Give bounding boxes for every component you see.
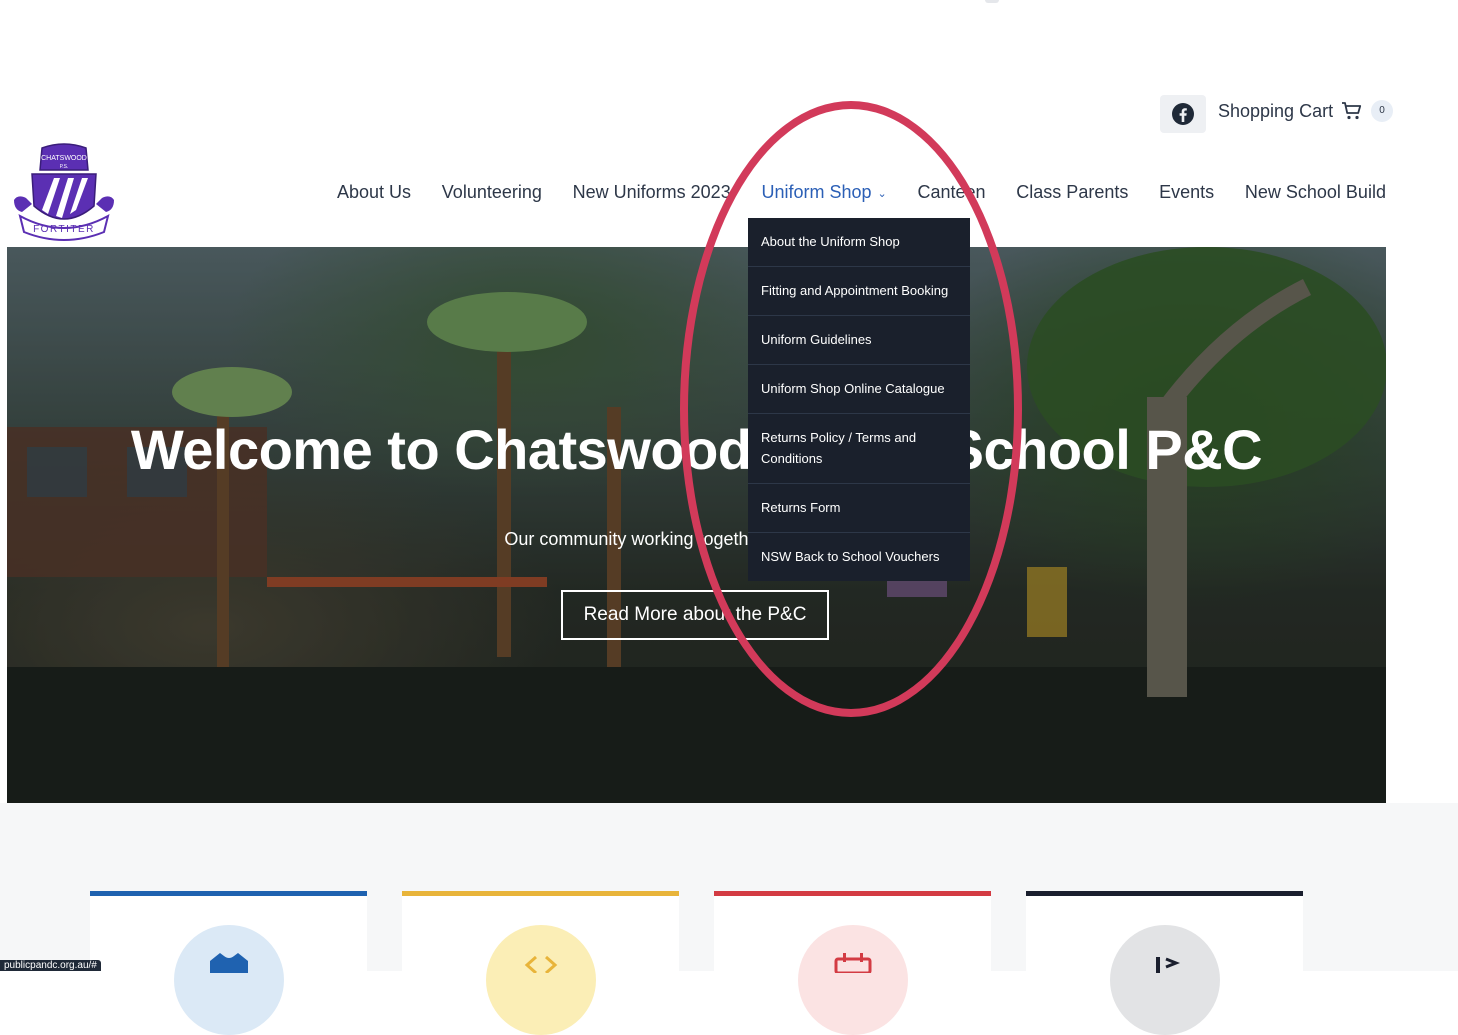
nav-item-uniform-shop[interactable]: Uniform Shop ⌄ [761,180,886,205]
dropdown-item-online-catalogue[interactable]: Uniform Shop Online Catalogue [748,365,970,414]
card-accent-bar [714,891,991,896]
nav-item-new-school-build[interactable]: New School Build [1245,180,1386,205]
dropdown-item-uniform-guidelines[interactable]: Uniform Guidelines [748,316,970,365]
cart-icon [1342,102,1362,120]
nav-item-volunteering[interactable]: Volunteering [442,180,542,205]
calendar-icon [834,953,872,973]
feature-card-code[interactable] [402,891,679,1035]
shopping-cart-label: Shopping Cart [1218,100,1334,121]
uniform-shop-dropdown: About the Uniform Shop Fitting and Appoi… [748,218,970,581]
card-icon-circle [1110,925,1220,1035]
playground-illustration [7,247,1386,803]
dropdown-item-returns-policy[interactable]: Returns Policy / Terms and Conditions [748,414,970,484]
nav-item-new-uniforms-2023[interactable]: New Uniforms 2023 [573,180,731,205]
cart-count-badge: 0 [1371,100,1394,122]
hero-title: Welcome to Chatswood Public School P&C [130,418,1263,481]
facebook-button[interactable] [1160,95,1206,133]
feature-card-build[interactable] [1026,891,1303,1035]
card-icon-circle [798,925,908,1035]
nav-item-about-us[interactable]: About Us [337,180,411,205]
shopping-cart-link[interactable]: Shopping Cart 0 [1218,100,1394,122]
school-logo[interactable]: CHATSWOOD P.S. FORTITER [12,140,116,242]
card-icon-circle [174,925,284,1035]
nav-item-class-parents[interactable]: Class Parents [1016,180,1128,205]
top-edge-decoration [985,0,999,3]
nav-item-events[interactable]: Events [1159,180,1214,205]
nav-item-uniform-shop-label: Uniform Shop [761,182,872,202]
feature-card-uniforms[interactable] [90,891,367,1035]
dropdown-item-fitting-booking[interactable]: Fitting and Appointment Booking [748,267,970,316]
hero-subtitle: Our community working together for the c… [504,529,889,549]
logo-top-text: CHATSWOOD [41,155,87,162]
facebook-icon [1172,103,1194,125]
feature-card-events[interactable] [714,891,991,1035]
hero-banner: Welcome to Chatswood Public School P&C O… [7,247,1386,803]
card-icon-circle [486,925,596,1035]
logo-motto: FORTITER [33,224,95,235]
shirt-icon [210,953,248,973]
dropdown-item-nsw-vouchers[interactable]: NSW Back to School Vouchers [748,533,970,581]
card-accent-bar [90,891,367,896]
read-more-button[interactable]: Read More about the P&C [561,590,829,640]
dropdown-item-about-uniform-shop[interactable]: About the Uniform Shop [748,218,970,267]
dropdown-item-returns-form[interactable]: Returns Form [748,484,970,533]
card-accent-bar [1026,891,1303,896]
nav-item-canteen[interactable]: Canteen [917,180,985,205]
status-bar-url: publicpandc.org.au/# [0,960,101,971]
main-nav: About Us Volunteering New Uniforms 2023 … [337,180,1386,205]
logo-sub-text: P.S. [60,164,69,170]
code-icon [524,955,558,973]
chevron-down-icon: ⌄ [877,188,887,200]
build-icon [1156,957,1181,973]
card-accent-bar [402,891,679,896]
